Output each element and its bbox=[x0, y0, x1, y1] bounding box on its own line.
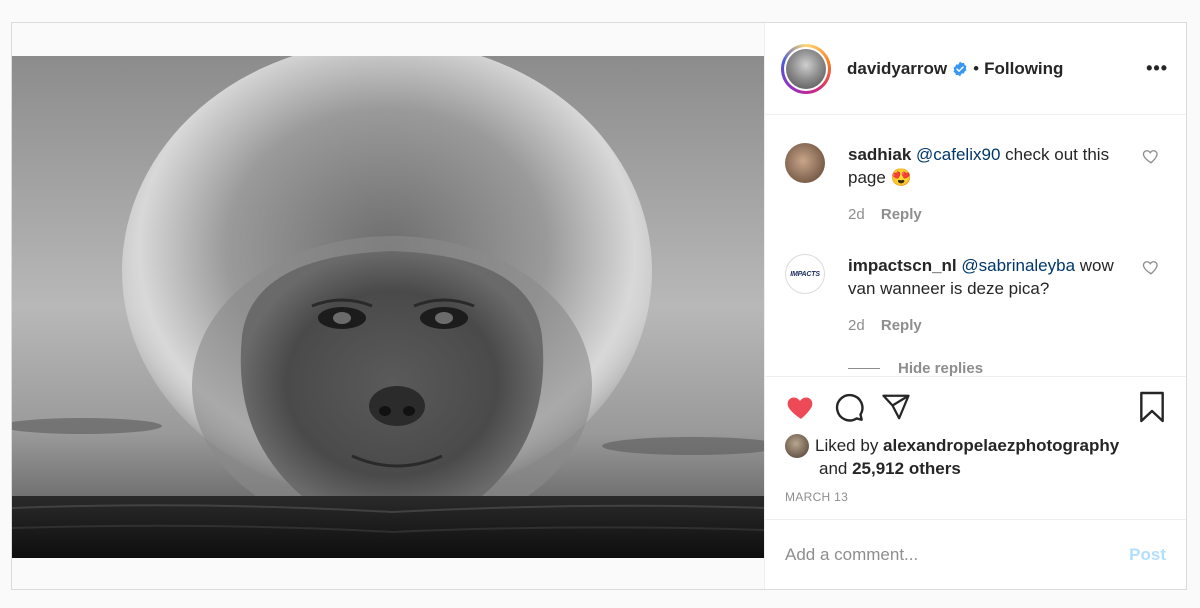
commenter-avatar[interactable] bbox=[785, 143, 825, 183]
liker-username[interactable]: alexandropelaezphotography bbox=[883, 436, 1119, 455]
bookmark-icon[interactable] bbox=[1138, 391, 1166, 423]
commenter-username[interactable]: sadhiak bbox=[848, 145, 911, 164]
comment-text: impactscn_nl @sabrinaleyba wow van wanne… bbox=[848, 254, 1142, 300]
comment-age: 2d bbox=[848, 317, 865, 334]
hide-replies-label: Hide replies bbox=[898, 360, 984, 376]
comment-like-icon[interactable] bbox=[1142, 147, 1160, 165]
add-comment-bar: Post bbox=[765, 519, 1186, 589]
hide-replies-line bbox=[848, 368, 880, 369]
post-date[interactable]: MARCH 13 bbox=[785, 490, 848, 504]
likes-text: Liked by alexandropelaezphotography and … bbox=[815, 434, 1119, 480]
author-avatar-image bbox=[786, 48, 826, 89]
more-options-icon[interactable]: ••• bbox=[1146, 58, 1168, 79]
add-comment-input[interactable] bbox=[785, 544, 1130, 565]
action-bar bbox=[785, 391, 1166, 423]
comment-like-icon[interactable] bbox=[1142, 258, 1160, 276]
share-icon[interactable] bbox=[881, 392, 911, 422]
post-card: davidyarrow • Following ••• sadhiak @caf… bbox=[11, 22, 1187, 590]
comment-mention[interactable]: @cafelix90 bbox=[916, 145, 1000, 164]
post-actions-area: Liked by alexandropelaezphotography and … bbox=[765, 376, 1186, 519]
commenter-avatar-logo: IMPACTS bbox=[790, 270, 820, 278]
comment-mention[interactable]: @sabrinaleyba bbox=[961, 256, 1075, 275]
comment: IMPACTS impactscn_nl @sabrinaleyba wow v… bbox=[785, 254, 1160, 337]
likes-prefix: Liked by bbox=[815, 436, 884, 455]
liker-avatar[interactable] bbox=[785, 434, 809, 458]
comment: sadhiak @cafelix90 check out this page 😍… bbox=[785, 143, 1160, 226]
heart-eyes-emoji: 😍 bbox=[890, 168, 912, 187]
comment-meta: 2d Reply bbox=[848, 314, 1142, 337]
comment-meta: 2d Reply bbox=[848, 203, 1142, 226]
likes-summary: Liked by alexandropelaezphotography and … bbox=[785, 434, 1119, 480]
likes-and: and bbox=[819, 459, 853, 478]
post-comment-button[interactable]: Post bbox=[1129, 545, 1166, 565]
header-separator: • bbox=[973, 58, 980, 78]
verified-badge-icon bbox=[952, 61, 968, 77]
comment-icon[interactable] bbox=[833, 391, 865, 423]
comment-age: 2d bbox=[848, 206, 865, 223]
comment-body: sadhiak @cafelix90 check out this page 😍… bbox=[848, 143, 1142, 226]
commenter-avatar[interactable]: IMPACTS bbox=[785, 254, 825, 294]
like-heart-icon[interactable] bbox=[785, 392, 817, 422]
reply-button[interactable]: Reply bbox=[881, 206, 922, 223]
reply-button[interactable]: Reply bbox=[881, 317, 922, 334]
post-media bbox=[12, 23, 765, 589]
author-username[interactable]: davidyarrow bbox=[847, 59, 947, 79]
post-header: davidyarrow • Following ••• bbox=[765, 23, 1186, 115]
hide-replies-button[interactable]: Hide replies bbox=[848, 360, 983, 376]
post-photo[interactable] bbox=[12, 56, 765, 558]
commenter-username[interactable]: impactscn_nl bbox=[848, 256, 957, 275]
following-button[interactable]: Following bbox=[984, 59, 1063, 79]
author-avatar-frame bbox=[784, 46, 828, 91]
author-avatar[interactable] bbox=[781, 43, 831, 94]
likes-line-2: and 25,912 others bbox=[815, 457, 1119, 480]
comments-list[interactable]: sadhiak @cafelix90 check out this page 😍… bbox=[765, 115, 1186, 376]
comment-text: sadhiak @cafelix90 check out this page 😍 bbox=[848, 143, 1142, 189]
post-side-panel: davidyarrow • Following ••• sadhiak @caf… bbox=[765, 23, 1186, 589]
likes-count-button[interactable]: 25,912 others bbox=[852, 459, 961, 478]
comment-body: impactscn_nl @sabrinaleyba wow van wanne… bbox=[848, 254, 1142, 337]
